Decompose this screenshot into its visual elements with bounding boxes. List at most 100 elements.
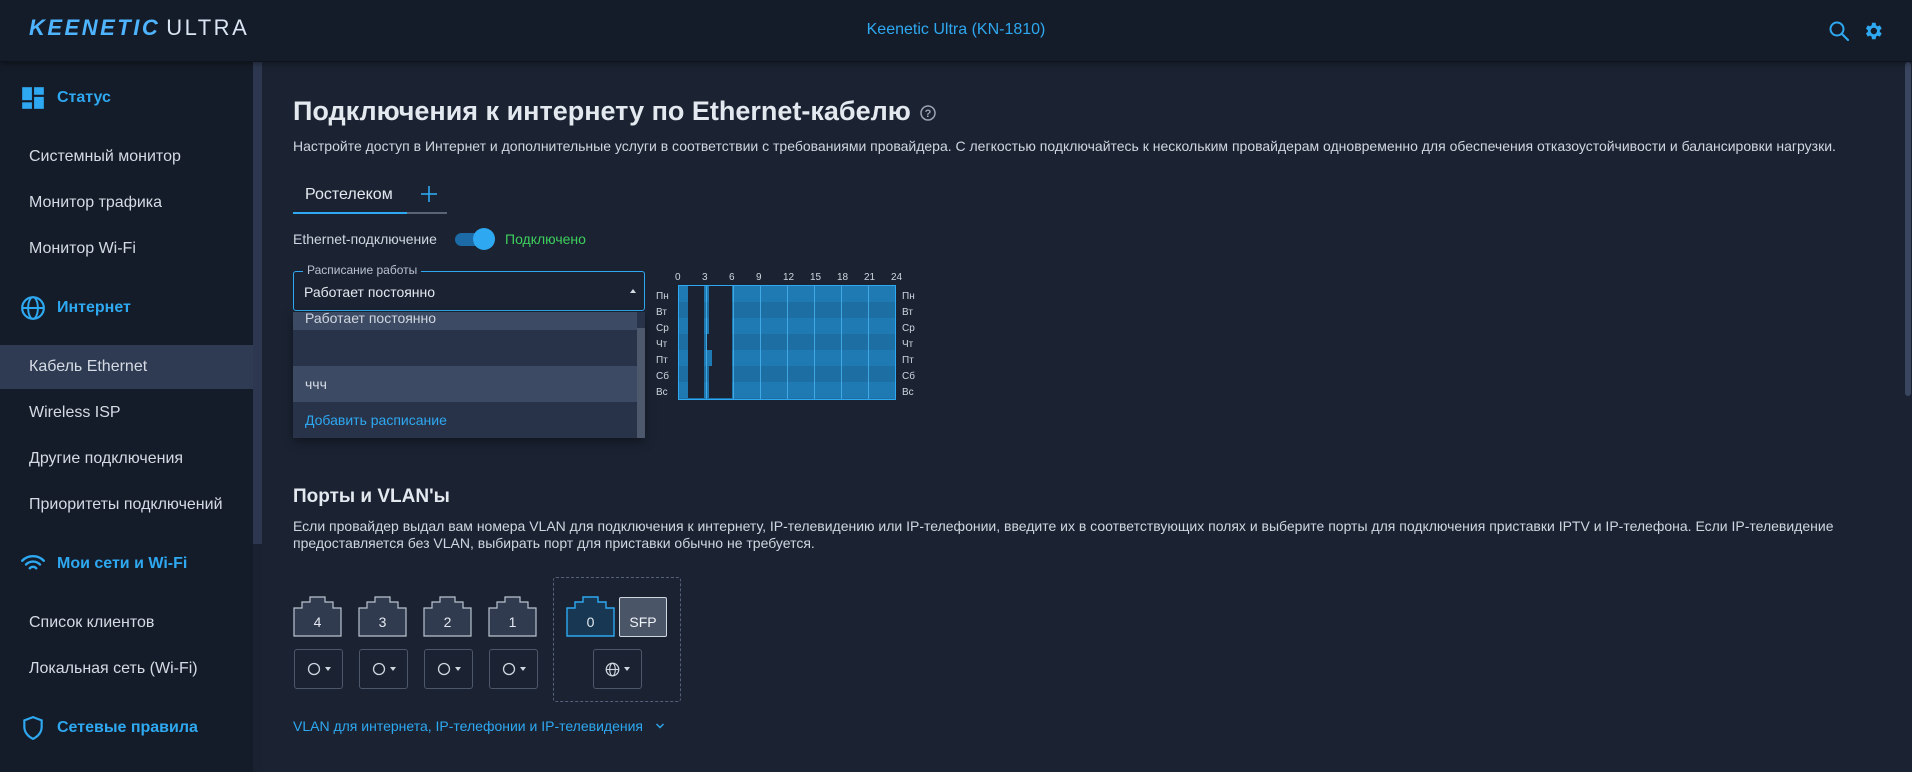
gear-icon[interactable]	[1862, 20, 1884, 42]
schedule-day-label: Ср	[656, 323, 669, 334]
schedule-grid-line	[868, 286, 869, 399]
lan-port-2[interactable]: 2	[423, 596, 472, 637]
schedule-hour-label: 9	[756, 272, 762, 283]
svg-text:?: ?	[924, 108, 931, 120]
schedule-selected-value: Работает постоянно	[304, 284, 436, 300]
vlan-settings-link[interactable]: VLAN для интернета, IP-телефонии и IP-те…	[293, 718, 665, 734]
sidebar-item-ethernet-cable[interactable]: Кабель Ethernet	[0, 345, 253, 389]
lan-port-3[interactable]: 3	[358, 596, 407, 637]
schedule-hour-label: 3	[702, 272, 708, 283]
circle-icon	[307, 662, 320, 676]
add-schedule-option[interactable]: Добавить расписание	[293, 402, 637, 438]
sidebar-section-status[interactable]: Статус	[0, 78, 253, 118]
dropdown-option[interactable]: Работает постоянно	[293, 312, 637, 330]
ports-section-title: Порты и VLAN'ы	[293, 486, 450, 507]
schedule-hour-label: 21	[864, 272, 876, 283]
caret-up-icon	[630, 289, 636, 293]
sidebar-section-label: Интернет	[57, 299, 131, 316]
device-title: Keenetic Ultra (KN-1810)	[866, 21, 1046, 38]
port-2-mode-select[interactable]	[424, 649, 473, 689]
schedule-day-label: Пт	[656, 355, 668, 366]
sidebar-item-wireless-isp[interactable]: Wireless ISP	[0, 391, 253, 435]
schedule-day-label: Чт	[656, 339, 668, 350]
schedule-grid-line	[760, 286, 761, 399]
port-number: 0	[586, 614, 595, 630]
sidebar-section-internet[interactable]: Интернет	[0, 288, 253, 328]
page-scrollbar[interactable]	[1905, 62, 1911, 396]
plus-icon[interactable]	[417, 182, 441, 206]
circle-icon	[372, 662, 385, 676]
tab-rostelecom[interactable]: Ростелеком	[293, 178, 407, 214]
schedule-inactive-cell	[709, 302, 732, 318]
schedule-hour-label: 6	[729, 272, 735, 283]
circle-icon	[437, 662, 450, 676]
schedule-inactive-cell	[709, 318, 732, 334]
port-3-mode-select[interactable]	[359, 649, 408, 689]
dropdown-option-empty[interactable]	[293, 330, 637, 366]
schedule-hour-label: 18	[837, 272, 849, 283]
ports-section-description: Если провайдер выдал вам номера VLAN для…	[293, 518, 1834, 551]
sidebar-item-local-network[interactable]: Локальная сеть (Wi-Fi)	[0, 647, 253, 691]
search-icon[interactable]	[1828, 20, 1850, 42]
schedule-inactive-cell	[709, 366, 732, 382]
port-number: 1	[508, 614, 517, 630]
schedule-inactive-cell	[688, 350, 704, 366]
caret-down-icon	[624, 667, 630, 671]
sidebar-item-connection-priorities[interactable]: Приоритеты подключений	[0, 483, 253, 527]
schedule-grid-line	[841, 286, 842, 399]
schedule-hour-label: 15	[810, 272, 822, 283]
schedule-day-label: Сб	[656, 371, 669, 382]
wan-port-mode-select[interactable]	[593, 649, 642, 689]
wan-port-0[interactable]: 0	[566, 596, 615, 637]
schedule-day-label: Вс	[902, 387, 914, 398]
sidebar-section-rules[interactable]: Сетевые правила	[0, 708, 253, 748]
vlan-link-text: VLAN для интернета, IP-телефонии и IP-те…	[293, 718, 643, 734]
schedule-inactive-cell	[688, 318, 704, 334]
sidebar-item-wifi-monitor[interactable]: Монитор Wi-Fi	[0, 227, 253, 271]
dropdown-scrollbar[interactable]	[637, 328, 645, 438]
sfp-port[interactable]: SFP	[619, 597, 667, 637]
page-title: Подключения к интернету по Ethernet-кабе…	[293, 96, 937, 127]
caret-down-icon	[454, 667, 461, 671]
lan-port-1[interactable]: 1	[488, 596, 537, 637]
port-4-mode-select[interactable]	[294, 649, 343, 689]
dropdown-option[interactable]: ччч	[293, 366, 637, 402]
sidebar-item-system-monitor[interactable]: Системный монитор	[0, 135, 253, 179]
sidebar-item-traffic-monitor[interactable]: Монитор трафика	[0, 181, 253, 225]
schedule-grid-line	[706, 286, 707, 399]
port-number: 2	[443, 614, 452, 630]
schedule-hour-label: 0	[675, 272, 681, 283]
port-1-mode-select[interactable]	[489, 649, 538, 689]
schedule-inactive-cell	[688, 382, 704, 398]
sidebar-item-client-list[interactable]: Список клиентов	[0, 601, 253, 645]
schedule-heatmap	[678, 285, 896, 400]
schedule-day-label: Вт	[902, 307, 913, 318]
sidebar-item-other-connections[interactable]: Другие подключения	[0, 437, 253, 481]
schedule-day-label: Ср	[902, 323, 915, 334]
schedule-hour-label: 12	[783, 272, 795, 283]
lan-port-4[interactable]: 4	[293, 596, 342, 637]
schedule-inactive-cell	[688, 286, 704, 302]
schedule-inactive-cell	[707, 334, 732, 350]
sidebar-section-networks[interactable]: Мои сети и Wi-Fi	[0, 544, 253, 584]
schedule-dropdown: Работает постоянно ччч Добавить расписан…	[293, 312, 645, 438]
schedule-day-label: Сб	[902, 371, 915, 382]
ethernet-toggle[interactable]	[455, 228, 495, 250]
globe-icon	[21, 296, 45, 320]
circle-icon	[502, 662, 515, 676]
schedule-hour-label: 24	[891, 272, 903, 283]
schedule-day-label: Чт	[902, 339, 914, 350]
schedule-select[interactable]: Работает постоянно	[293, 271, 645, 311]
help-icon[interactable]: ?	[919, 104, 937, 122]
shield-icon	[23, 716, 43, 741]
port-number: 4	[313, 614, 322, 630]
provider-tabs: Ростелеком	[293, 178, 447, 214]
ethernet-connection-label: Ethernet-подключение	[293, 231, 437, 247]
schedule-day-label: Вс	[656, 387, 668, 398]
sidebar-section-label: Сетевые правила	[57, 719, 198, 736]
top-header: KEENETIC ULTRA Keenetic Ultra (KN-1810)	[0, 0, 1912, 62]
schedule-day-label: Пн	[656, 291, 669, 302]
sidebar-scrollbar[interactable]	[253, 62, 262, 544]
schedule-grid-line	[814, 286, 815, 399]
schedule-inactive-cell	[688, 334, 704, 350]
